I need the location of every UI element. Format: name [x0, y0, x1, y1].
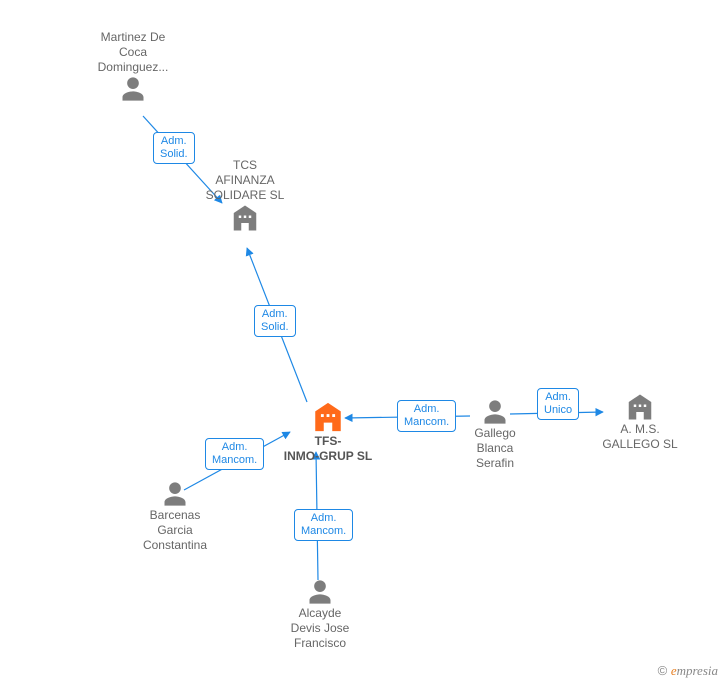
person-icon	[73, 75, 193, 103]
node-label: TFS-INMO-GRUP SL	[268, 434, 388, 464]
node-label: A. M.S.GALLEGO SL	[585, 422, 695, 452]
copyright-symbol: ©	[658, 663, 668, 678]
company-icon	[185, 203, 305, 233]
node-alcayde[interactable]: AlcaydeDevis JoseFrancisco	[260, 578, 380, 651]
node-barcenas[interactable]: BarcenasGarciaConstantina	[115, 480, 235, 553]
node-label: GallegoBlancaSerafin	[450, 426, 540, 471]
node-gallego[interactable]: GallegoBlancaSerafin	[450, 398, 540, 471]
edge-label-adm-mancom-barcenas: Adm.Mancom.	[205, 438, 264, 470]
edge-label-adm-mancom-gallego: Adm.Mancom.	[397, 400, 456, 432]
node-label: BarcenasGarciaConstantina	[115, 508, 235, 553]
edge-label-adm-mancom-alcayde: Adm.Mancom.	[294, 509, 353, 541]
person-icon	[260, 578, 380, 606]
node-tcs[interactable]: TCSAFINANZASOLIDARE SL	[185, 158, 305, 233]
company-icon	[268, 400, 388, 434]
brand: empresia	[671, 663, 718, 678]
node-ams[interactable]: A. M.S.GALLEGO SL	[585, 392, 695, 452]
person-icon	[450, 398, 540, 426]
node-label: Martinez DeCocaDominguez...	[73, 30, 193, 75]
node-label: AlcaydeDevis JoseFrancisco	[260, 606, 380, 651]
footer: © empresia	[658, 663, 718, 679]
edge-label-adm-unico: Adm.Unico	[537, 388, 579, 420]
node-martinez[interactable]: Martinez DeCocaDominguez...	[73, 30, 193, 103]
company-icon	[585, 392, 695, 422]
person-icon	[115, 480, 235, 508]
node-center[interactable]: TFS-INMO-GRUP SL	[268, 400, 388, 464]
node-label: TCSAFINANZASOLIDARE SL	[185, 158, 305, 203]
edge-label-adm-solid-2: Adm.Solid.	[254, 305, 296, 337]
